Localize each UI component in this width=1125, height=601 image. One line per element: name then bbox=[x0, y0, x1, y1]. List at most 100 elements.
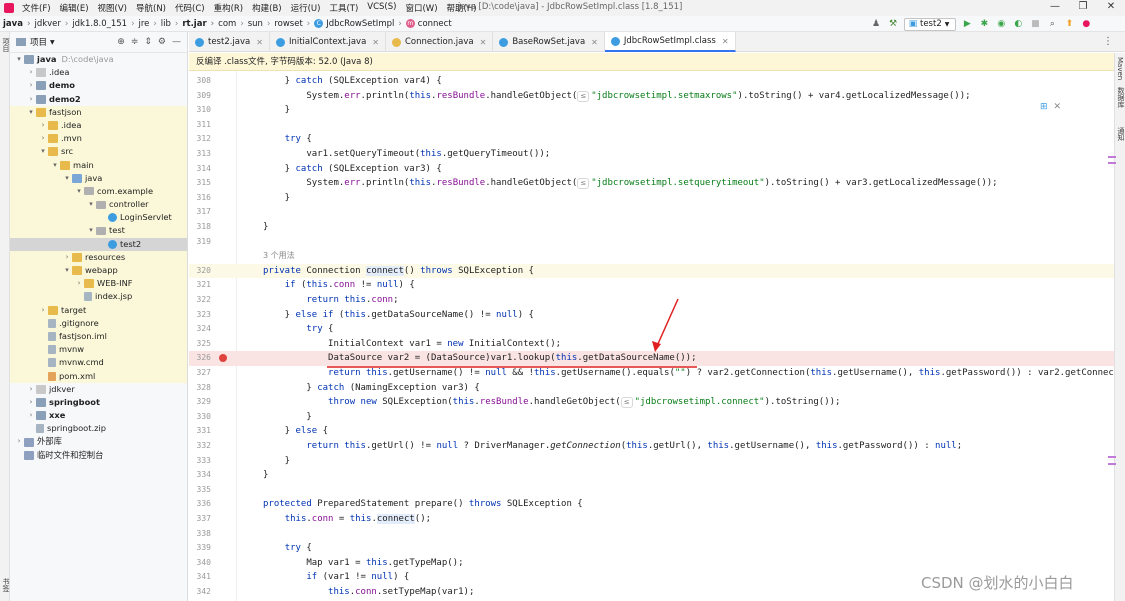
more-tabs-icon[interactable]: ⋮ bbox=[1103, 36, 1113, 47]
tree-item[interactable]: › .mvn bbox=[10, 132, 187, 146]
expand-all-icon[interactable]: ⇕ bbox=[144, 37, 152, 47]
tree-item[interactable]: ▾ controller bbox=[10, 198, 187, 212]
breadcrumb-item[interactable]: rt.jar › bbox=[182, 19, 218, 29]
database-tool-button[interactable]: 数据库 bbox=[1116, 87, 1125, 108]
hide-panel-icon[interactable]: — bbox=[172, 37, 181, 47]
chevron-down-icon[interactable]: ▾ bbox=[26, 106, 36, 119]
menu-item[interactable]: 代码(C) bbox=[175, 2, 205, 14]
tab-jdbcrowsetimpl-class[interactable]: JdbcRowSetImpl.class ✕ bbox=[604, 32, 736, 52]
maximize-button[interactable]: ❐ bbox=[1073, 1, 1093, 12]
close-icon[interactable]: ✕ bbox=[372, 38, 379, 47]
tab-test2-java[interactable]: test2.java ✕ bbox=[189, 32, 270, 52]
tree-item[interactable]: ▾ java bbox=[10, 171, 187, 185]
tree-item[interactable]: index.jsp bbox=[10, 290, 187, 304]
tab-initialcontext-java[interactable]: InitialContext.java ✕ bbox=[270, 32, 386, 52]
build-hammer-icon[interactable]: ⚒ bbox=[887, 18, 899, 30]
breadcrumb-item[interactable]: jdkver › bbox=[34, 19, 72, 29]
run-configuration-selector[interactable]: ▣ test2 ▼ bbox=[904, 17, 957, 31]
debug-icon[interactable]: ✱ bbox=[978, 18, 990, 30]
tree-item[interactable]: › resources bbox=[10, 250, 187, 264]
chevron-right-icon[interactable]: › bbox=[26, 79, 36, 92]
menu-item[interactable]: 重构(R) bbox=[214, 2, 244, 14]
menu-item[interactable]: 导航(N) bbox=[136, 2, 166, 14]
tree-item[interactable]: test2 bbox=[10, 237, 187, 251]
breadcrumb-item[interactable]: com › bbox=[218, 19, 248, 29]
menu-item[interactable]: VCS(S) bbox=[367, 2, 396, 14]
stop-icon[interactable]: ■ bbox=[1029, 18, 1041, 30]
tab-connection-java[interactable]: Connection.java ✕ bbox=[386, 32, 494, 52]
menu-item[interactable]: 窗口(W) bbox=[405, 2, 437, 14]
menu-item[interactable]: 视图(V) bbox=[98, 2, 127, 14]
chevron-down-icon[interactable]: ▾ bbox=[86, 224, 96, 237]
tree-item[interactable]: › jdkver bbox=[10, 383, 187, 396]
tree-item[interactable]: pom.xml bbox=[10, 369, 187, 383]
gear-icon[interactable]: ⚙ bbox=[158, 37, 166, 47]
tree-item[interactable]: › target bbox=[10, 303, 187, 317]
breadcrumb-item[interactable]: C JdbcRowSetImpl › bbox=[314, 19, 406, 29]
plugin-logo-icon[interactable]: ● bbox=[1080, 18, 1092, 30]
chevron-down-icon[interactable]: ▾ bbox=[14, 53, 24, 66]
chevron-down-icon[interactable]: ▾ bbox=[62, 264, 72, 277]
notifications-tool-button[interactable]: 通知 bbox=[1116, 127, 1125, 141]
chevron-down-icon[interactable]: ▾ bbox=[38, 145, 48, 158]
minimize-button[interactable]: — bbox=[1045, 1, 1065, 12]
menu-item[interactable]: 文件(F) bbox=[22, 2, 51, 14]
chevron-down-icon[interactable]: ▾ bbox=[86, 198, 96, 211]
vcs-user-icon[interactable]: ♟ bbox=[870, 18, 882, 30]
tree-item[interactable]: ▾ src bbox=[10, 145, 187, 159]
breadcrumb-item[interactable]: jre › bbox=[138, 19, 160, 29]
tree-item[interactable]: ▾ fastjson bbox=[10, 105, 187, 119]
reader-mode-icon[interactable]: ⊞ bbox=[1040, 102, 1048, 112]
breadcrumb-item[interactable]: sun › bbox=[248, 19, 275, 29]
search-everywhere-icon[interactable]: ⌕ bbox=[1046, 18, 1058, 30]
tree-item[interactable]: mvnw.cmd bbox=[10, 356, 187, 370]
chevron-right-icon[interactable]: › bbox=[26, 93, 36, 106]
tree-item[interactable]: › WEB-INF bbox=[10, 277, 187, 291]
code-editor[interactable]: 308 } catch (SQLException var4) {309 Sys… bbox=[189, 71, 1114, 601]
tree-item[interactable]: › 外部库 bbox=[10, 435, 187, 448]
close-icon[interactable]: ✕ bbox=[722, 37, 729, 46]
breadcrumb-item[interactable]: m connect bbox=[405, 19, 452, 29]
close-hint-icon[interactable]: ✕ bbox=[1054, 102, 1062, 112]
run-icon[interactable]: ▶ bbox=[961, 18, 973, 30]
tree-item[interactable]: › springboot bbox=[10, 396, 187, 409]
breadcrumb-item[interactable]: lib › bbox=[161, 19, 183, 29]
chevron-right-icon[interactable]: › bbox=[14, 435, 24, 448]
collapse-all-icon[interactable]: ≑ bbox=[131, 37, 139, 47]
tree-item[interactable]: › .idea bbox=[10, 66, 187, 79]
coverage-icon[interactable]: ◉ bbox=[995, 18, 1007, 30]
tree-item[interactable]: mvnw bbox=[10, 343, 187, 357]
tree-item[interactable]: ▾ java D:\code\java bbox=[10, 53, 187, 66]
chevron-right-icon[interactable]: › bbox=[26, 396, 36, 409]
close-window-button[interactable]: ✕ bbox=[1101, 1, 1121, 12]
project-panel-title[interactable]: 项目 bbox=[30, 36, 47, 48]
chevron-down-icon[interactable]: ▾ bbox=[74, 185, 84, 198]
tree-item[interactable]: › demo2 bbox=[10, 93, 187, 106]
chevron-down-icon[interactable]: ▾ bbox=[50, 159, 60, 172]
chevron-right-icon[interactable]: › bbox=[38, 119, 48, 132]
tree-item[interactable]: › demo bbox=[10, 79, 187, 92]
breakpoint-icon[interactable] bbox=[219, 354, 227, 363]
tree-item[interactable]: springboot.zip bbox=[10, 422, 187, 435]
chevron-right-icon[interactable]: › bbox=[38, 132, 48, 145]
chevron-right-icon[interactable]: › bbox=[38, 304, 48, 317]
chevron-right-icon[interactable]: › bbox=[74, 277, 84, 290]
chevron-right-icon[interactable]: › bbox=[26, 66, 36, 79]
breadcrumb-item[interactable]: java › bbox=[3, 19, 34, 29]
tree-item[interactable]: 临时文件和控制台 bbox=[10, 449, 187, 462]
usages-hint[interactable]: 3 个用法 bbox=[263, 249, 295, 264]
tree-item[interactable]: ▾ test bbox=[10, 224, 187, 238]
menu-item[interactable]: 编辑(E) bbox=[60, 2, 89, 14]
tree-item[interactable]: ▾ webapp bbox=[10, 264, 187, 278]
tree-item[interactable]: fastjson.iml bbox=[10, 329, 187, 344]
locate-icon[interactable]: ⊕ bbox=[117, 37, 125, 47]
update-icon[interactable]: ⬆ bbox=[1063, 18, 1075, 30]
chevron-right-icon[interactable]: › bbox=[26, 383, 36, 396]
tab-baserowset-java[interactable]: BaseRowSet.java ✕ bbox=[493, 32, 605, 52]
close-icon[interactable]: ✕ bbox=[591, 38, 598, 47]
menu-item[interactable]: 运行(U) bbox=[291, 2, 321, 14]
maven-tool-button[interactable]: Maven bbox=[1116, 57, 1124, 80]
chevron-down-icon[interactable]: ▾ bbox=[62, 172, 72, 185]
breadcrumb-item[interactable]: rowset › bbox=[274, 19, 314, 29]
tree-item[interactable]: › xxe bbox=[10, 409, 187, 422]
